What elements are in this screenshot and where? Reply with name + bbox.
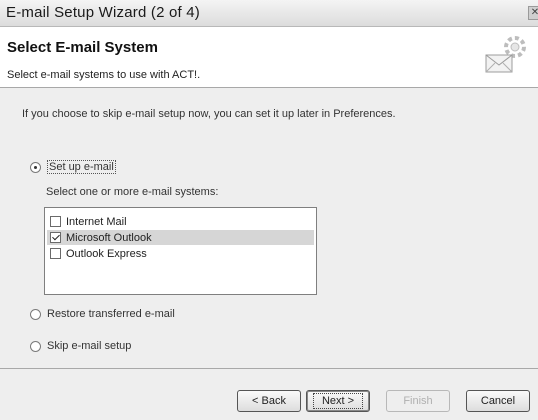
next-button-label: Next > — [312, 393, 364, 409]
footer-divider — [0, 368, 538, 369]
list-item-internet-mail[interactable]: Internet Mail — [47, 214, 314, 229]
list-item-outlook-express[interactable]: Outlook Express — [47, 246, 314, 261]
outlook-express-checkbox[interactable] — [50, 248, 61, 259]
microsoft-outlook-label: Microsoft Outlook — [66, 231, 152, 244]
internet-mail-label: Internet Mail — [66, 215, 127, 228]
wizard-content: If you choose to skip e-mail setup now, … — [0, 88, 538, 368]
window-title: E-mail Setup Wizard (2 of 4) — [6, 4, 200, 21]
email-systems-list[interactable]: Internet Mail Microsoft Outlook Outlook … — [44, 207, 317, 295]
page-subtitle: Select e-mail systems to use with ACT!. — [7, 69, 201, 81]
close-icon[interactable]: ✕ — [528, 6, 538, 20]
setup-email-option[interactable]: Set up e-mail — [30, 160, 116, 174]
setup-email-radio[interactable] — [30, 161, 41, 173]
back-button[interactable]: < Back — [237, 390, 301, 412]
intro-text: If you choose to skip e-mail setup now, … — [22, 108, 396, 120]
skip-email-radio[interactable] — [30, 340, 41, 352]
restore-email-option[interactable]: Restore transferred e-mail — [30, 308, 175, 320]
wizard-header: Select E-mail System Select e-mail syste… — [0, 27, 538, 88]
cancel-button[interactable]: Cancel — [466, 390, 530, 412]
skip-email-option[interactable]: Skip e-mail setup — [30, 340, 131, 352]
outlook-express-label: Outlook Express — [66, 247, 147, 260]
setup-email-label: Set up e-mail — [47, 160, 116, 174]
list-item-microsoft-outlook[interactable]: Microsoft Outlook — [47, 230, 314, 245]
finish-button[interactable]: Finish — [386, 390, 450, 412]
title-bar[interactable]: E-mail Setup Wizard (2 of 4) ✕ — [0, 0, 538, 27]
email-setup-wizard-window: E-mail Setup Wizard (2 of 4) ✕ Select E-… — [0, 0, 538, 420]
skip-email-label: Skip e-mail setup — [47, 340, 132, 352]
select-systems-label: Select one or more e-mail systems: — [46, 186, 219, 198]
internet-mail-checkbox[interactable] — [50, 216, 61, 227]
restore-email-radio[interactable] — [30, 308, 41, 320]
wizard-email-icon — [485, 36, 526, 73]
page-title: Select E-mail System — [7, 39, 158, 56]
restore-email-label: Restore transferred e-mail — [47, 308, 175, 320]
next-button[interactable]: Next > — [306, 390, 370, 412]
microsoft-outlook-checkbox[interactable] — [50, 232, 61, 243]
